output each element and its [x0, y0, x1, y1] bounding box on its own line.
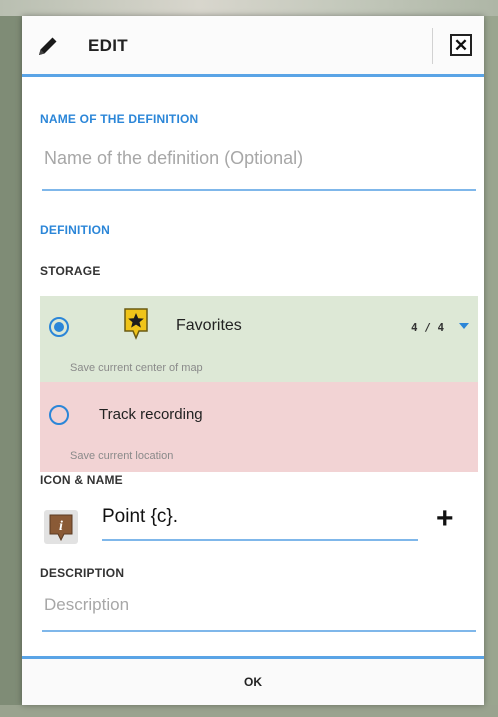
- icon-name-label: ICON & NAME: [40, 473, 123, 487]
- description-underline: [42, 630, 476, 632]
- add-icon[interactable]: +: [436, 504, 454, 534]
- point-name-underline: [102, 539, 418, 541]
- chevron-down-icon[interactable]: [459, 323, 469, 329]
- definition-name-input[interactable]: [44, 148, 464, 169]
- track-recording-subtitle: Save current location: [70, 450, 174, 462]
- point-icon-button[interactable]: i: [44, 510, 78, 544]
- track-recording-label: Track recording: [99, 406, 203, 423]
- header-divider: [432, 28, 433, 64]
- definition-name-underline: [42, 189, 476, 191]
- map-top-strip: [0, 0, 498, 16]
- storage-label: STORAGE: [40, 264, 101, 278]
- storage-option-favorites[interactable]: Favorites 4 / 4 Save current center of m…: [40, 296, 478, 382]
- header-accent-line: [22, 74, 484, 77]
- edit-dialog: EDIT ✕ NAME OF THE DEFINITION DEFINITION…: [22, 16, 484, 705]
- dialog-title: EDIT: [88, 36, 128, 55]
- ok-button[interactable]: OK: [22, 659, 484, 705]
- dialog-header: EDIT ✕: [22, 16, 484, 74]
- track-recording-radio[interactable]: [49, 405, 69, 425]
- favorites-star-icon: [124, 308, 148, 340]
- svg-text:i: i: [59, 519, 63, 534]
- pencil-icon: [39, 37, 57, 55]
- map-bottom-strip: [0, 705, 498, 717]
- close-button[interactable]: ✕: [450, 34, 472, 56]
- name-section-label: NAME OF THE DEFINITION: [40, 112, 199, 126]
- favorites-label: Favorites: [176, 317, 242, 334]
- definition-section-label: DEFINITION: [40, 223, 110, 237]
- dialog-footer: OK: [22, 659, 484, 705]
- favorites-count: 4 / 4: [411, 321, 445, 334]
- favorites-subtitle: Save current center of map: [70, 362, 203, 374]
- favorites-radio[interactable]: [49, 317, 69, 337]
- description-label: DESCRIPTION: [40, 566, 125, 580]
- close-icon: ✕: [453, 35, 469, 55]
- description-input[interactable]: [44, 595, 464, 615]
- info-point-icon: i: [49, 514, 73, 542]
- storage-option-track-recording[interactable]: Track recording Save current location: [40, 382, 478, 472]
- point-name-input[interactable]: [102, 506, 412, 528]
